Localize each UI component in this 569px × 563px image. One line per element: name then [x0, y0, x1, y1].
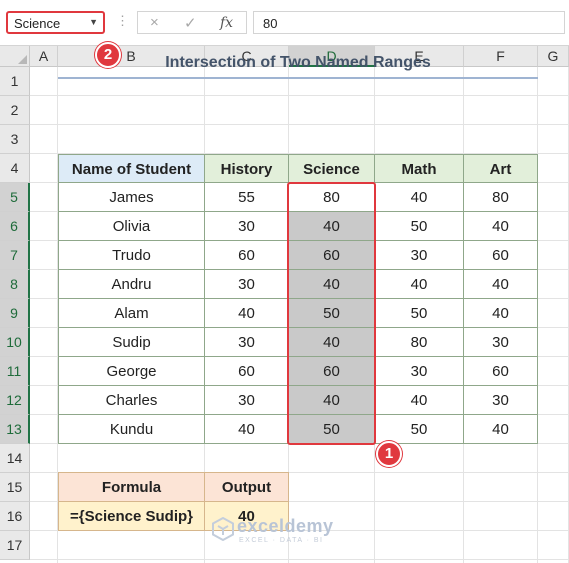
row-header-11[interactable]: 11	[0, 357, 30, 386]
table-cell[interactable]: 80	[375, 328, 464, 357]
row-header-12[interactable]: 12	[0, 386, 30, 415]
table-cell[interactable]: 40	[464, 415, 538, 444]
row-header-5[interactable]: 5	[0, 183, 30, 212]
table-header-math[interactable]: Math	[375, 154, 464, 183]
table-cell[interactable]: George	[58, 357, 205, 386]
gridline-horizontal	[30, 95, 569, 96]
sheet-title: Intersection of Two Named Ranges	[165, 54, 431, 71]
gridline-horizontal	[30, 124, 569, 125]
gridline-horizontal	[30, 559, 569, 560]
row-header-14[interactable]: 14	[0, 444, 30, 473]
row-header-15[interactable]: 15	[0, 473, 30, 502]
table-cell[interactable]: 40	[289, 328, 375, 357]
row-header-9[interactable]: 9	[0, 299, 30, 328]
cancel-icon[interactable]: ×	[150, 14, 159, 31]
table-header-science[interactable]: Science	[289, 154, 375, 183]
table-cell[interactable]: 40	[375, 386, 464, 415]
table-cell[interactable]: 40	[464, 212, 538, 241]
table-cell[interactable]: 40	[464, 299, 538, 328]
formula-cell[interactable]: ={Science Sudip}	[58, 502, 205, 531]
title-underline	[58, 77, 538, 79]
watermark-name: exceldemy	[237, 516, 334, 536]
exceldemy-logo-icon	[212, 517, 234, 541]
formula-bar: Science ▼ ⋮ × ✓ fx 80	[0, 0, 569, 46]
table-header-art[interactable]: Art	[464, 154, 538, 183]
table-cell[interactable]: 30	[464, 386, 538, 415]
table-cell[interactable]: 40	[464, 270, 538, 299]
select-all-triangle-icon	[18, 55, 27, 64]
table-cell[interactable]: 30	[205, 328, 289, 357]
formula-buttons: × ✓ fx	[137, 11, 247, 34]
table-cell[interactable]: 60	[464, 241, 538, 270]
table-header-name-of-student[interactable]: Name of Student	[58, 154, 205, 183]
table-cell[interactable]: 40	[205, 415, 289, 444]
table-cell[interactable]: 40	[289, 270, 375, 299]
table-cell[interactable]: Alam	[58, 299, 205, 328]
table-cell[interactable]: 60	[289, 241, 375, 270]
row-header-3[interactable]: 3	[0, 125, 30, 154]
name-box[interactable]: Science ▼	[6, 11, 105, 34]
table-cell[interactable]: 30	[375, 241, 464, 270]
column-header-g[interactable]: G	[538, 46, 569, 67]
table-cell[interactable]: Olivia	[58, 212, 205, 241]
table-cell[interactable]: 30	[205, 270, 289, 299]
table-cell[interactable]: 40	[205, 299, 289, 328]
row-header-10[interactable]: 10	[0, 328, 30, 357]
chevron-down-icon[interactable]: ▼	[89, 17, 98, 27]
table-cell[interactable]: 30	[375, 357, 464, 386]
row-header-8[interactable]: 8	[0, 270, 30, 299]
table-cell[interactable]: Trudo	[58, 241, 205, 270]
name-box-value: Science	[14, 16, 61, 31]
table-cell[interactable]: 30	[205, 212, 289, 241]
formula-header[interactable]: Formula	[58, 472, 205, 502]
table-cell[interactable]: 50	[375, 299, 464, 328]
step-badge-1: 1	[376, 441, 402, 467]
check-icon[interactable]: ✓	[184, 14, 197, 32]
table-cell[interactable]: 60	[205, 241, 289, 270]
formula-input[interactable]: 80	[253, 11, 565, 34]
table-cell[interactable]: 40	[375, 183, 464, 212]
row-header-17[interactable]: 17	[0, 531, 30, 560]
table-cell[interactable]: 60	[289, 357, 375, 386]
column-header-a[interactable]: A	[30, 46, 58, 67]
table-cell[interactable]: 40	[289, 386, 375, 415]
insert-function-icon[interactable]: fx	[220, 15, 233, 31]
table-cell[interactable]: 60	[205, 357, 289, 386]
table-cell[interactable]: 80	[289, 183, 375, 212]
formula-value: 80	[263, 16, 278, 31]
table-cell[interactable]: 50	[289, 415, 375, 444]
row-header-1[interactable]: 1	[0, 67, 30, 96]
table-cell[interactable]: 55	[205, 183, 289, 212]
table-cell[interactable]: Andru	[58, 270, 205, 299]
table-cell[interactable]: 80	[464, 183, 538, 212]
table-cell[interactable]: 60	[464, 357, 538, 386]
table-header-history[interactable]: History	[205, 154, 289, 183]
watermark-tagline: EXCEL · DATA · BI	[239, 537, 324, 544]
table-cell[interactable]: Charles	[58, 386, 205, 415]
step-badge-2: 2	[95, 42, 121, 68]
row-header-13[interactable]: 13	[0, 415, 30, 444]
row-header-7[interactable]: 7	[0, 241, 30, 270]
table-cell[interactable]: 30	[464, 328, 538, 357]
table-cell[interactable]: Kundu	[58, 415, 205, 444]
table-cell[interactable]: Sudip	[58, 328, 205, 357]
table-cell[interactable]: 50	[375, 212, 464, 241]
select-all-button[interactable]	[0, 46, 30, 67]
table-cell[interactable]: 30	[205, 386, 289, 415]
row-header-4[interactable]: 4	[0, 154, 30, 183]
output-header[interactable]: Output	[205, 472, 289, 502]
more-options-icon[interactable]: ⋮	[116, 13, 129, 29]
table-cell[interactable]: James	[58, 183, 205, 212]
table-cell[interactable]: 50	[289, 299, 375, 328]
row-header-6[interactable]: 6	[0, 212, 30, 241]
table-cell[interactable]: 50	[375, 415, 464, 444]
row-header-2[interactable]: 2	[0, 96, 30, 125]
row-header-16[interactable]: 16	[0, 502, 30, 531]
table-cell[interactable]: 40	[289, 212, 375, 241]
table-cell[interactable]: 40	[375, 270, 464, 299]
